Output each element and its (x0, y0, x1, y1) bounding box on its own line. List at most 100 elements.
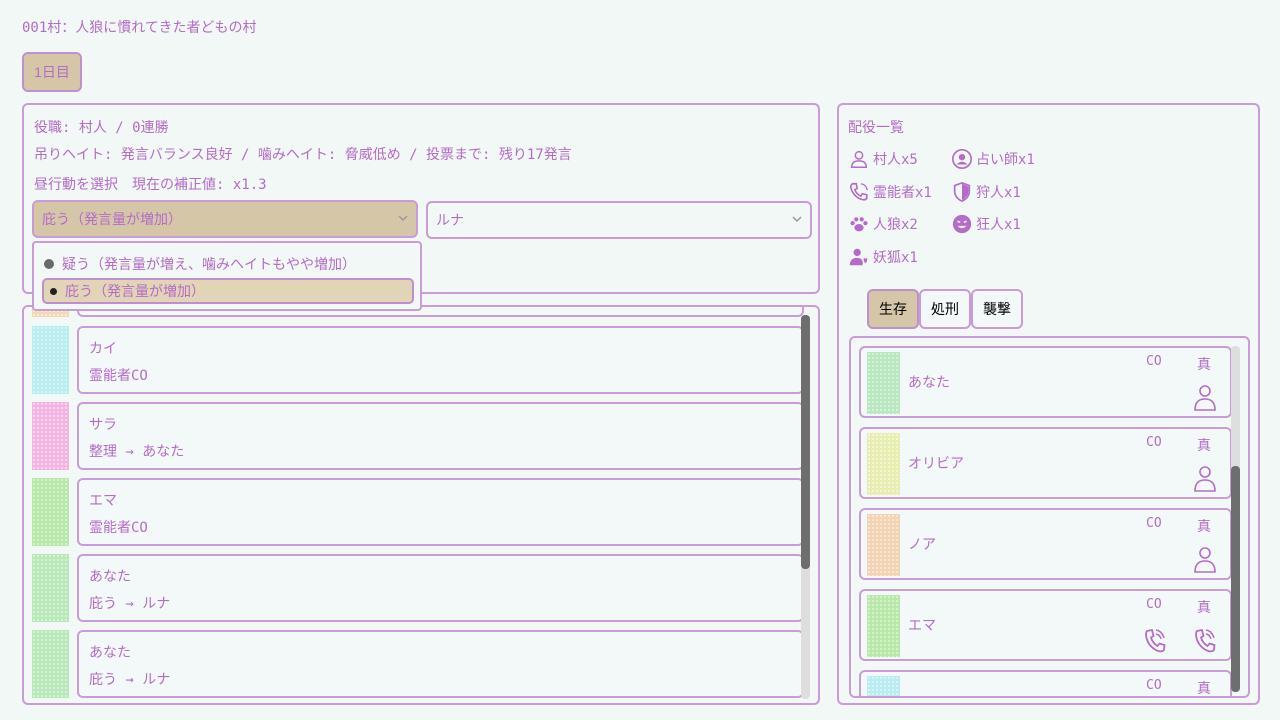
co-label: CO (1146, 435, 1162, 450)
true-label: 真 (1197, 519, 1211, 535)
villager-icon (1194, 466, 1216, 492)
player-card[interactable]: CO 真 (859, 670, 1232, 696)
avatar (867, 595, 900, 657)
action-option-label: 疑う（発言量が増え、噛みヘイトもやや増加） (62, 257, 356, 273)
action-option-defend[interactable]: 庇う（発言量が増加） (42, 278, 414, 304)
werewolf-icon (850, 217, 868, 232)
hunter-icon (953, 181, 971, 203)
true-label: 真 (1197, 438, 1211, 454)
villager-icon (1194, 547, 1216, 573)
avatar (32, 402, 69, 470)
log-message: 整理 → あなた (89, 444, 185, 460)
player-name: あなた (908, 375, 950, 391)
hate-status: 吊りヘイト: 発言バランス良好 / 噛みヘイト: 脅威低め / 投票まで: 残り… (34, 147, 572, 163)
log-row: エマ 霊能者CO (32, 478, 804, 546)
player-name: オリビア (908, 456, 964, 472)
log-speaker: あなた (89, 645, 131, 661)
log-message: 庇う → ルナ (89, 672, 171, 688)
role-madman: 狂人x1 (951, 213, 1021, 235)
true-label: 真 (1197, 600, 1211, 616)
log-speaker: あなた (89, 569, 131, 585)
role-werewolf: 人狼x2 (848, 213, 918, 235)
madman-icon (952, 214, 972, 234)
log-speaker: エマ (89, 493, 117, 509)
player-card[interactable]: オリビア CO 真 (859, 427, 1232, 499)
fox-icon (849, 248, 868, 266)
action-select-value: 庇う（発言量が増加） (42, 212, 182, 228)
role-fox: 妖狐x1 (848, 246, 918, 268)
log-scrollbar-thumb[interactable] (801, 315, 810, 569)
player-card[interactable]: あなた CO 真 (859, 346, 1232, 418)
chat-log-panel[interactable]: カイ 霊能者CO サラ 整理 → あなた エマ 霊能者CO あなた 庇う → ル… (22, 305, 820, 705)
role-label: 妖狐x1 (873, 250, 918, 266)
day-button[interactable]: 1日目 (22, 52, 82, 92)
log-message: 霊能者CO (89, 368, 148, 384)
player-name: エマ (908, 618, 936, 634)
radio-dot-icon (50, 287, 57, 295)
avatar (867, 514, 900, 576)
log-scrollbar[interactable] (801, 315, 810, 699)
player-card[interactable]: ノア CO 真 (859, 508, 1232, 580)
co-label: CO (1146, 597, 1162, 612)
true-label: 真 (1197, 357, 1211, 373)
tab-attacked[interactable]: 襲撃 (971, 289, 1023, 329)
medium-icon (1195, 628, 1216, 653)
role-label: 狂人x1 (976, 217, 1021, 233)
roster-panel: 配役一覧 村人x5 占い師x1 霊能者x1 狩人x1 人狼x2 狂人x1 妖狐x… (837, 103, 1260, 705)
player-list-scrollbar[interactable] (1231, 346, 1240, 692)
role-label: 狩人x1 (976, 185, 1021, 201)
action-dropdown-menu: 疑う（発言量が増え、噛みヘイトもやや増加） 庇う（発言量が増加） (32, 241, 422, 311)
role-label: 村人x5 (873, 152, 918, 168)
log-bubble: サラ 整理 → あなた (77, 402, 804, 470)
role-hunter: 狩人x1 (951, 181, 1021, 203)
villager-icon (850, 150, 868, 168)
log-message: 庇う → ルナ (89, 596, 171, 612)
avatar (32, 554, 69, 622)
action-prompt: 昼行動を選択 現在の補正値: x1.3 (34, 177, 267, 193)
chevron-down-icon (792, 216, 802, 223)
co-label: CO (1146, 354, 1162, 369)
avatar (867, 352, 900, 414)
log-row: あなた 庇う → ルナ (32, 554, 804, 622)
role-medium: 霊能者x1 (848, 181, 932, 203)
avatar (32, 478, 69, 546)
log-bubble: あなた 庇う → ルナ (77, 630, 804, 698)
log-bubble: エマ 霊能者CO (77, 478, 804, 546)
log-bubble: あなた 庇う → ルナ (77, 554, 804, 622)
avatar (867, 676, 900, 696)
tab-executed[interactable]: 処刑 (919, 289, 971, 329)
role-status: 役職: 村人 / 0連勝 (34, 120, 169, 136)
role-seer: 占い師x1 (951, 148, 1035, 170)
player-list[interactable]: あなた CO 真 オリビア CO 真 ノア CO 真 エマ CO 真 CO 真 (849, 336, 1250, 698)
player-name: ノア (908, 537, 936, 553)
medium-icon (849, 182, 868, 201)
log-row: カイ 霊能者CO (32, 326, 804, 394)
radio-dot-icon (44, 259, 54, 269)
role-label: 占い師x1 (976, 152, 1035, 168)
log-bubble: カイ 霊能者CO (77, 326, 804, 394)
role-villager: 村人x5 (848, 148, 918, 170)
medium-icon (1145, 628, 1166, 653)
player-list-scrollbar-thumb[interactable] (1231, 466, 1240, 692)
action-option-label: 庇う（発言量が増加） (65, 284, 205, 300)
log-row: あなた 庇う → ルナ (32, 630, 804, 698)
co-label: CO (1146, 516, 1162, 531)
action-select[interactable]: 庇う（発言量が増加） (32, 200, 418, 238)
tab-alive[interactable]: 生存 (867, 289, 919, 329)
log-speaker: サラ (89, 417, 117, 433)
co-label: CO (1146, 678, 1162, 693)
avatar (32, 326, 69, 394)
target-select[interactable]: ルナ (426, 201, 812, 239)
village-title: 001村：人狼に慣れてきた者どもの村 (22, 20, 257, 36)
target-select-value: ルナ (436, 213, 464, 229)
log-message: 霊能者CO (89, 520, 148, 536)
action-option-suspect[interactable]: 疑う（発言量が増え、噛みヘイトもやや増加） (44, 254, 356, 274)
player-card[interactable]: エマ CO 真 (859, 589, 1232, 661)
log-speaker: カイ (89, 341, 117, 357)
log-row: サラ 整理 → あなた (32, 402, 804, 470)
role-label: 人狼x2 (873, 217, 918, 233)
avatar (32, 630, 69, 698)
villager-icon (1194, 385, 1216, 411)
chevron-down-icon (398, 215, 408, 222)
role-label: 霊能者x1 (873, 185, 932, 201)
